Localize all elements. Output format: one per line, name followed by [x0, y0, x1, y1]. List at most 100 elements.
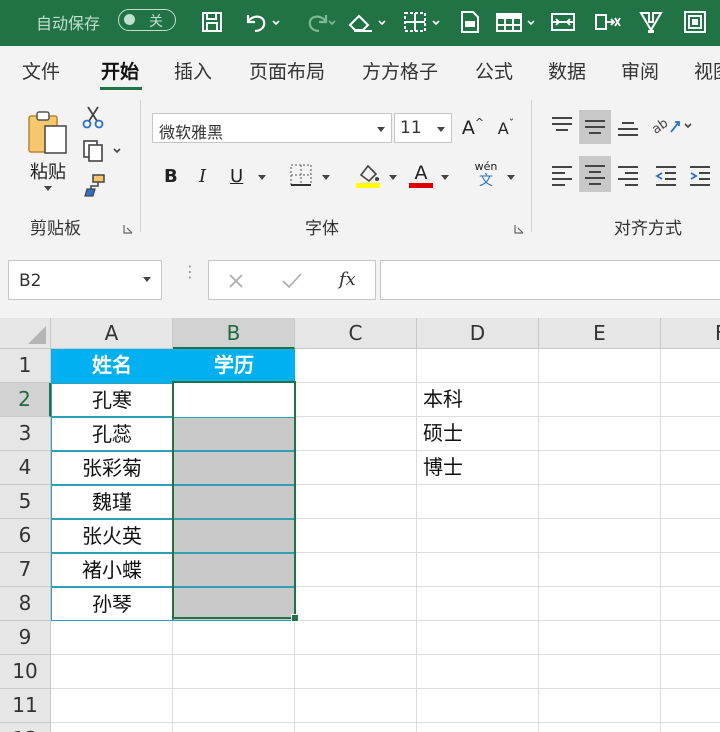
border-icon[interactable]: [288, 162, 314, 188]
row-header-9[interactable]: 9: [0, 621, 51, 655]
increase-indent-icon[interactable]: [684, 158, 716, 192]
cell-d3[interactable]: 硕士: [417, 417, 539, 451]
column-header-e[interactable]: E: [539, 318, 661, 349]
decrease-indent-icon[interactable]: [650, 158, 682, 192]
font-color-button[interactable]: A: [406, 160, 436, 190]
cell-a4[interactable]: 张彩菊: [51, 451, 173, 485]
cell-a7[interactable]: 褚小蝶: [51, 553, 173, 587]
row-header-8[interactable]: 8: [0, 587, 51, 621]
save-icon[interactable]: [198, 8, 226, 36]
row-header-7[interactable]: 7: [0, 553, 51, 587]
table-icon[interactable]: [492, 8, 540, 36]
cell-a5[interactable]: 魏瑾: [51, 485, 173, 519]
column-header-b[interactable]: B: [173, 318, 295, 349]
align-top-icon[interactable]: [546, 110, 578, 142]
row-header-12[interactable]: 12: [0, 723, 51, 732]
column-header-c[interactable]: C: [295, 318, 417, 349]
format-painter-icon[interactable]: [80, 172, 108, 198]
cut-icon[interactable]: [80, 104, 106, 130]
tab-fangfang[interactable]: 方方格子: [362, 57, 438, 84]
italic-button[interactable]: I: [199, 166, 206, 187]
phonetic-dropdown-caret[interactable]: [507, 175, 515, 180]
chevron-down-icon: [437, 127, 445, 132]
tab-home[interactable]: 开始: [101, 57, 139, 84]
bold-button[interactable]: B: [164, 166, 178, 187]
alignment-group-label: 对齐方式: [614, 219, 682, 239]
row-header-10[interactable]: 10: [0, 655, 51, 689]
row-header-1[interactable]: 1: [0, 349, 51, 383]
text-orientation-icon[interactable]: ab: [650, 110, 696, 142]
border-dropdown-caret[interactable]: [322, 175, 330, 180]
merge-icon[interactable]: [548, 8, 578, 36]
row-header-5[interactable]: 5: [0, 485, 51, 519]
cell-a2[interactable]: 孔寒: [51, 383, 173, 417]
select-all-button[interactable]: [0, 318, 51, 349]
ribbon-tabs: 文件 开始 插入 页面布局 方方格子 公式 数据 审阅 视图: [0, 46, 720, 94]
paste-button[interactable]: 粘贴: [20, 102, 76, 192]
tab-view[interactable]: 视图: [694, 57, 720, 84]
border-grid-icon[interactable]: [400, 8, 446, 36]
cell-d2[interactable]: 本科: [417, 383, 539, 417]
align-right-icon[interactable]: [612, 158, 644, 192]
underline-dropdown-caret[interactable]: [258, 175, 266, 180]
font-size-select[interactable]: 11: [394, 113, 452, 143]
cell-a1[interactable]: 姓名: [51, 349, 173, 383]
column-header-d[interactable]: D: [417, 318, 539, 349]
underline-button[interactable]: U: [230, 166, 243, 187]
row-header-4[interactable]: 4: [0, 451, 51, 485]
name-box-value: B2: [19, 271, 42, 291]
font-name-select[interactable]: 微软雅黑: [152, 113, 392, 143]
align-center-icon[interactable]: [579, 156, 611, 192]
caret-down-icon: ˇ: [508, 116, 515, 130]
insert-function-button[interactable]: fx: [339, 269, 356, 290]
font-color-dropdown-caret[interactable]: [441, 175, 449, 180]
cancel-icon[interactable]: [227, 272, 245, 290]
cell-a6[interactable]: 张火英: [51, 519, 173, 553]
autosave-toggle[interactable]: 关: [118, 9, 176, 31]
fill-handle[interactable]: [291, 614, 299, 622]
more-options-icon[interactable]: ⋮: [182, 264, 198, 280]
align-middle-icon[interactable]: [579, 110, 611, 144]
redo-icon[interactable]: [296, 8, 340, 36]
undo-icon[interactable]: [240, 8, 284, 36]
tab-insert[interactable]: 插入: [174, 57, 212, 84]
tab-page-layout[interactable]: 页面布局: [249, 57, 325, 84]
eraser-icon[interactable]: [344, 8, 390, 36]
name-box[interactable]: B2: [8, 260, 162, 300]
row-header-11[interactable]: 11: [0, 689, 51, 723]
font-color-swatch: [409, 182, 433, 188]
tab-formulas[interactable]: 公式: [475, 57, 513, 84]
cell-a8[interactable]: 孙琴: [51, 587, 173, 621]
filter-icon[interactable]: [636, 8, 666, 36]
phonetic-bottom: 文: [479, 173, 493, 189]
align-left-icon[interactable]: [546, 158, 578, 192]
clipboard-launcher-icon[interactable]: [123, 224, 133, 234]
copy-icon[interactable]: [80, 138, 126, 164]
font-group-label: 字体: [305, 219, 339, 239]
cell-d4[interactable]: 博士: [417, 451, 539, 485]
column-header-f[interactable]: F: [661, 318, 720, 349]
row-header-6[interactable]: 6: [0, 519, 51, 553]
fill-color-dropdown-caret[interactable]: [389, 175, 397, 180]
pdf-export-icon[interactable]: [456, 8, 484, 36]
cell-a3[interactable]: 孔蕊: [51, 417, 173, 451]
tab-file[interactable]: 文件: [22, 57, 60, 84]
font-launcher-icon[interactable]: [514, 224, 524, 234]
caret-up-icon: ^: [474, 115, 485, 129]
column-move-icon[interactable]: [592, 8, 622, 36]
confirm-icon[interactable]: [281, 272, 303, 290]
grow-font-button[interactable]: A ^: [460, 114, 486, 142]
tab-data[interactable]: 数据: [548, 57, 586, 84]
freeze-icon[interactable]: [680, 8, 710, 36]
row-header-2[interactable]: 2: [0, 383, 51, 417]
align-bottom-icon[interactable]: [612, 110, 644, 144]
cell-b1[interactable]: 学历: [173, 349, 295, 383]
row-header-3[interactable]: 3: [0, 417, 51, 451]
phonetic-button[interactable]: wén 文: [470, 160, 502, 190]
fill-color-icon[interactable]: [352, 160, 384, 190]
formula-input[interactable]: [380, 260, 720, 300]
tab-review[interactable]: 审阅: [621, 57, 659, 84]
shrink-font-button[interactable]: Aˇ: [493, 114, 519, 142]
column-header-a[interactable]: A: [51, 318, 173, 349]
autosave-state: 关: [149, 14, 163, 30]
